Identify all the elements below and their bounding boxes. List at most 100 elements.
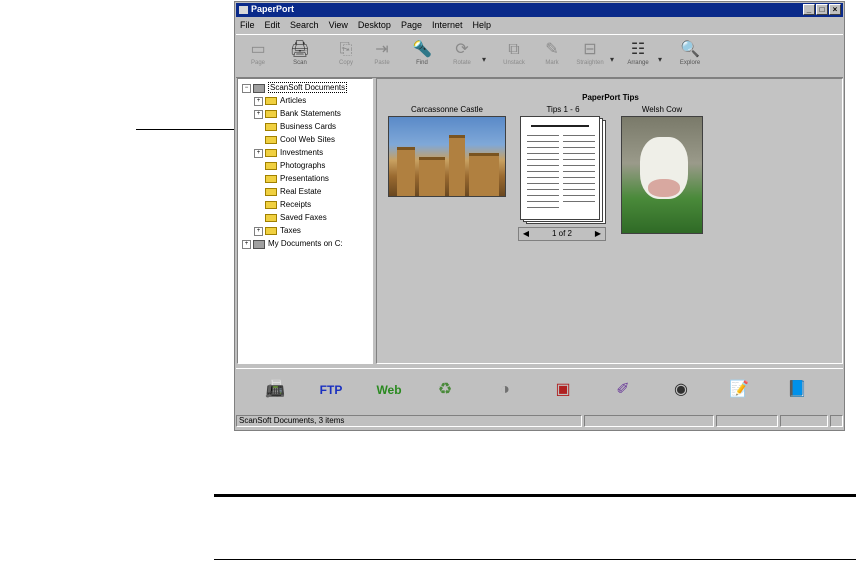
tree-item[interactable]: − ScanSoft Documents (242, 82, 348, 94)
expand-icon[interactable]: + (254, 148, 263, 158)
title-bar[interactable]: PaperPort _ □ × (236, 3, 843, 17)
tree-item-label: Business Cards (280, 122, 337, 131)
tree-item[interactable]: Real Estate (254, 186, 321, 198)
tree-item[interactable]: Business Cards (254, 121, 336, 133)
recycle-bin-icon[interactable]: ♻ (432, 377, 458, 403)
status-panel-3 (716, 415, 778, 427)
arrange-icon: ☷ (630, 41, 646, 58)
toolbar: ▭ Page 🖨 Scan ⎘ Copy ⇥ Paste 🔦 Find ⟳ Rotate ▾ ⧉ Unsta… (236, 34, 843, 78)
tree-item[interactable]: + Bank Statements (254, 108, 341, 120)
tree-item[interactable]: + Investments (254, 147, 323, 159)
toolbar-page-button[interactable]: ▭ Page (240, 38, 276, 74)
page-rule-thin (214, 559, 856, 560)
tree-item[interactable]: + Articles (254, 95, 306, 107)
menu-edit[interactable]: Edit (263, 19, 283, 33)
toolbar-straighten-button[interactable]: ⊟ Straighten (572, 38, 608, 74)
document-desktop[interactable]: PaperPort Tips Carcassonne Castle Tips 1… (376, 78, 843, 364)
status-text: ScanSoft Documents, 3 items (236, 415, 582, 427)
toolbar-mark-button[interactable]: ✎ Mark (534, 38, 570, 74)
notebook-icon[interactable]: 📘 (784, 377, 810, 403)
maximize-button[interactable]: □ (816, 4, 828, 15)
menu-search[interactable]: Search (288, 19, 321, 33)
stack-title: PaperPort Tips (582, 93, 639, 102)
tree-item-label: Taxes (280, 226, 301, 235)
menu-view[interactable]: View (327, 19, 350, 33)
folder-icon (265, 214, 277, 222)
word-processor-icon[interactable]: 📝 (726, 377, 752, 403)
expand-icon[interactable]: + (254, 226, 263, 236)
item-caption-tips: Tips 1 - 6 (546, 105, 580, 114)
status-bar: ScanSoft Documents, 3 items (236, 414, 843, 429)
tree-item[interactable]: Presentations (254, 173, 329, 185)
ocr-icon[interactable]: ◑ (492, 377, 518, 403)
folder-icon (265, 162, 277, 170)
toolbar-find-button[interactable]: 🔦 Find (404, 38, 440, 74)
straighten-icon: ⊟ (583, 41, 597, 58)
folder-tree[interactable]: − ScanSoft Documents + Articles + Bank Statem… (237, 78, 373, 364)
tree-item-label: Receipts (280, 200, 312, 209)
camera-icon[interactable]: ◉ (668, 377, 694, 403)
ftp-icon[interactable]: FTP (318, 377, 344, 403)
tree-item[interactable]: Saved Faxes (254, 212, 327, 224)
toolbar-rotate-button[interactable]: ⟳ Rotate (444, 38, 480, 74)
folder-icon (265, 136, 277, 144)
folder-icon (265, 110, 277, 118)
tree-item-label: Cool Web Sites (280, 135, 335, 144)
toolbar-unstack-button[interactable]: ⧉ Unstack (496, 38, 532, 74)
expand-icon[interactable]: + (242, 239, 251, 249)
minimize-button[interactable]: _ (803, 4, 815, 15)
toolbar-explore-button[interactable]: 🔍 Explore (672, 38, 708, 74)
toolbar-label: Unstack (503, 60, 525, 66)
toolbar-scan-button[interactable]: 🖨 Scan (282, 38, 318, 74)
page-navigator: ◀ 1 of 2 ▶ (518, 227, 606, 241)
toolbar-paste-button[interactable]: ⇥ Paste (364, 38, 400, 74)
window-title: PaperPort (251, 4, 295, 14)
castle-photo-thumbnail[interactable] (388, 116, 506, 197)
art-tools-icon[interactable]: ✐ (610, 377, 636, 403)
close-button[interactable]: × (829, 4, 841, 15)
toolbar-label: Paste (374, 60, 390, 66)
photo-editor-icon[interactable]: ▣ (550, 377, 576, 403)
menu-desktop[interactable]: Desktop (356, 19, 393, 33)
page-count: 1 of 2 (551, 229, 572, 238)
resize-grip[interactable] (830, 415, 843, 427)
tree-item-label: Saved Faxes (280, 213, 327, 222)
tree-item[interactable]: + Taxes (254, 225, 301, 237)
menu-file[interactable]: File (238, 19, 257, 33)
dropdown-arrow-icon[interactable]: ▾ (610, 55, 614, 64)
tree-item[interactable]: Receipts (254, 199, 311, 211)
menu-internet[interactable]: Internet (430, 19, 465, 33)
tree-item[interactable]: Cool Web Sites (254, 134, 335, 146)
cabinet-icon (253, 239, 265, 249)
dropdown-arrow-icon[interactable]: ▾ (658, 55, 662, 64)
collapse-icon[interactable]: − (242, 83, 251, 93)
toolbar-label: Page (250, 60, 265, 66)
tree-item-label: Real Estate (280, 187, 322, 196)
status-panel-4 (780, 415, 828, 427)
tips-document-stack[interactable] (520, 116, 606, 226)
toolbar-label: Scan (293, 60, 307, 66)
folder-icon (265, 201, 277, 209)
toolbar-label: Straighten (576, 60, 604, 66)
item-caption-cow: Welsh Cow (641, 105, 683, 114)
next-page-button[interactable]: ▶ (593, 229, 603, 239)
status-panel-2 (584, 415, 714, 427)
toolbar-label: Rotate (453, 60, 471, 66)
menu-help[interactable]: Help (471, 19, 494, 33)
expand-icon[interactable]: + (254, 96, 263, 106)
dropdown-arrow-icon[interactable]: ▾ (482, 55, 486, 64)
tree-item-label: Investments (280, 148, 324, 157)
toolbar-label: Copy (338, 60, 353, 66)
toolbar-copy-button[interactable]: ⎘ Copy (328, 38, 364, 74)
tree-item[interactable]: + My Documents on C: (242, 238, 343, 250)
cow-photo-thumbnail[interactable] (621, 116, 703, 234)
rotate-icon: ⟳ (455, 41, 469, 58)
menu-page[interactable]: Page (399, 19, 424, 33)
fax-icon[interactable]: 📠 (262, 377, 288, 403)
tree-item[interactable]: Photographs (254, 160, 325, 172)
tree-item-label: Articles (280, 96, 307, 105)
toolbar-arrange-button[interactable]: ☷ Arrange (620, 38, 656, 74)
expand-icon[interactable]: + (254, 109, 263, 119)
web-icon[interactable]: Web (376, 377, 402, 403)
previous-page-button[interactable]: ◀ (521, 229, 531, 239)
